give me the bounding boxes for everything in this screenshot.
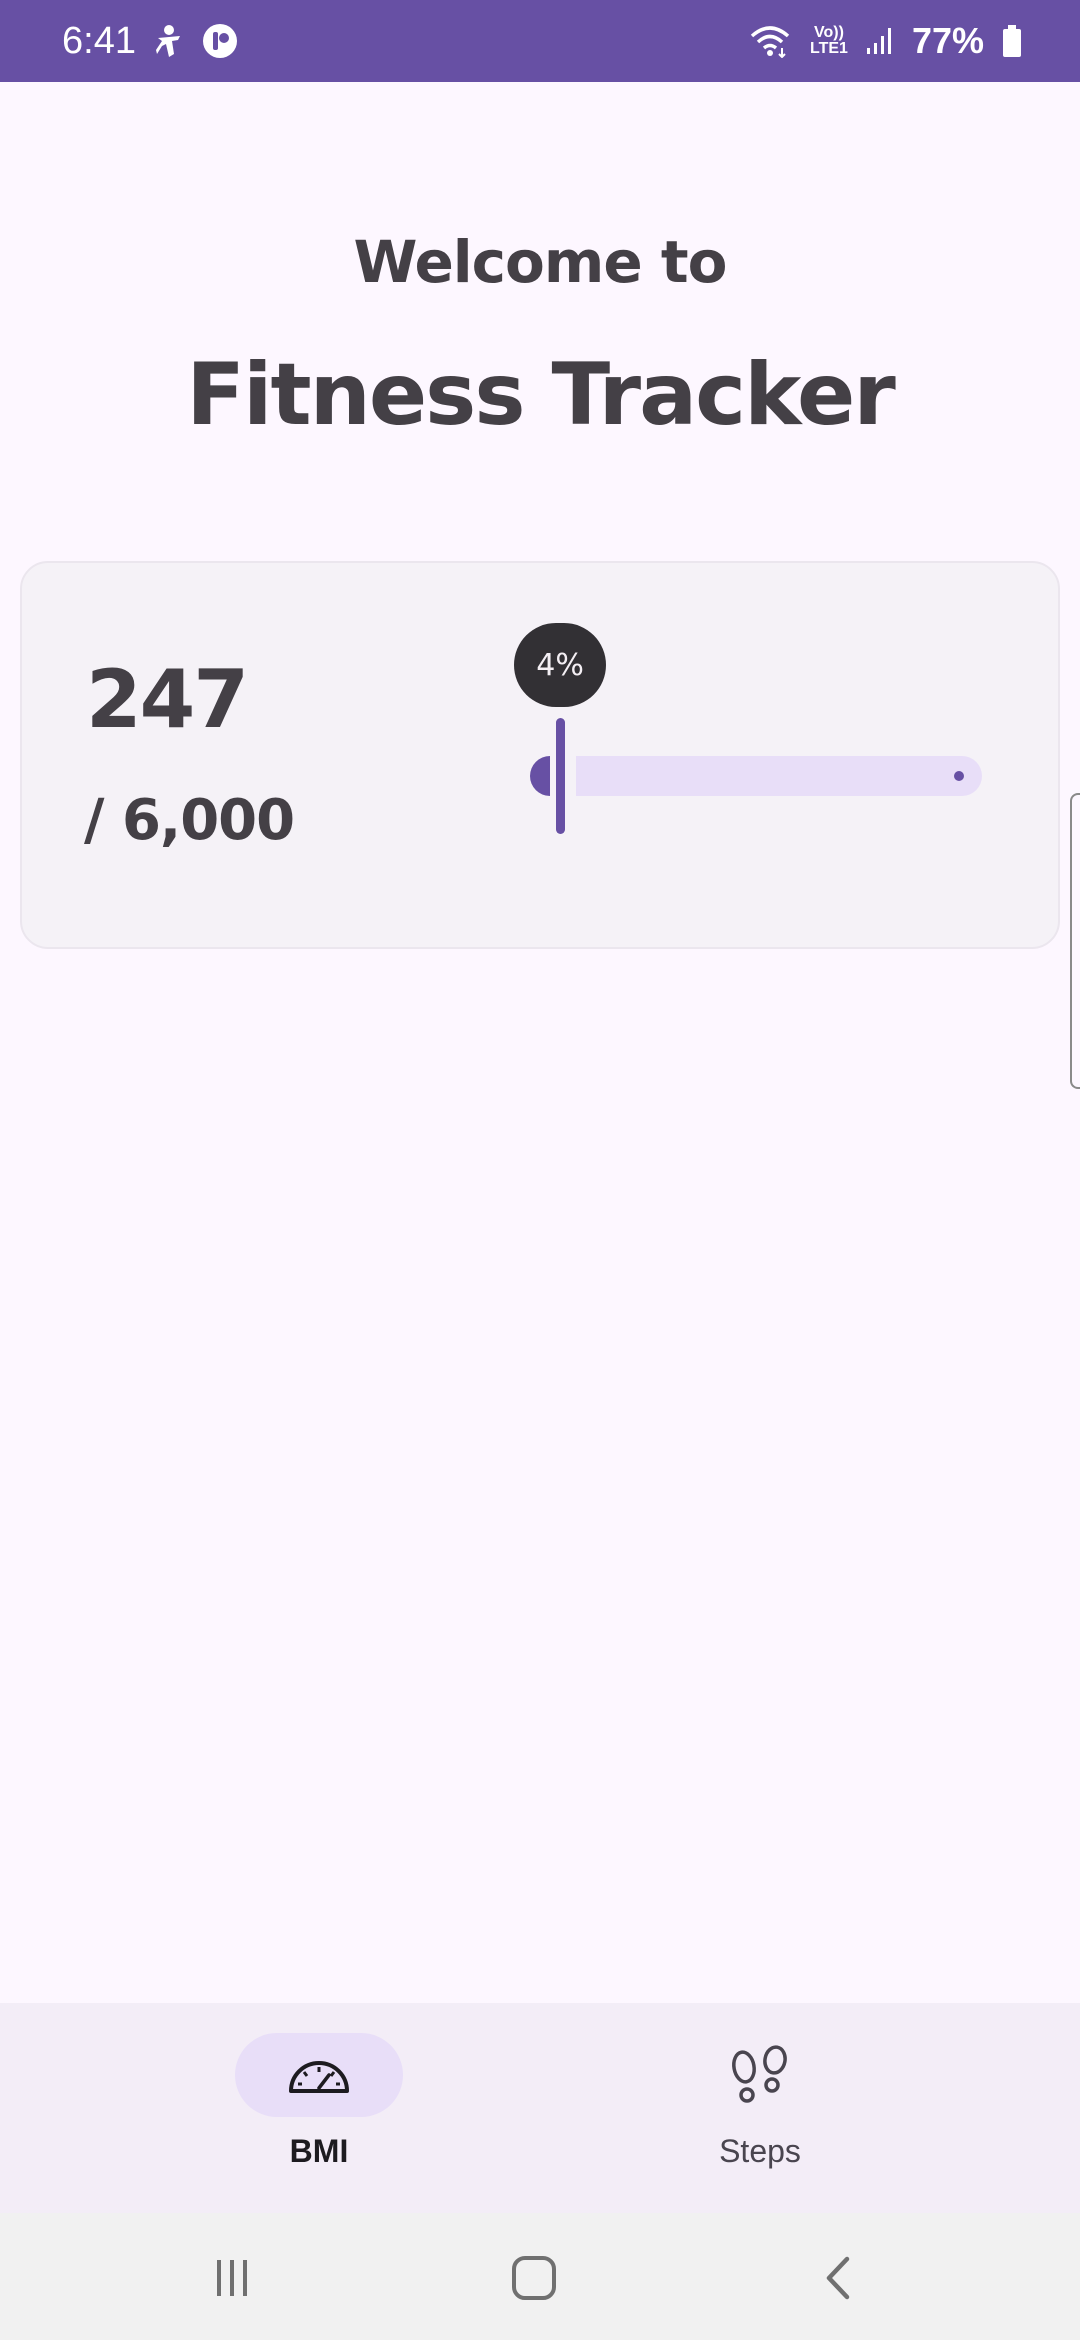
steps-card: 247 / 6,000 4% bbox=[20, 561, 1060, 949]
nav-item-steps[interactable]: Steps bbox=[630, 2033, 890, 2183]
welcome-text: Welcome to bbox=[353, 228, 728, 296]
footprints-icon bbox=[727, 2045, 793, 2105]
steps-goal: / 6,000 bbox=[84, 788, 295, 853]
slider-value-label: 4% bbox=[514, 623, 607, 707]
steps-count: 247 bbox=[86, 653, 249, 746]
page-title: Fitness Tracker bbox=[186, 345, 895, 445]
speedometer-icon bbox=[286, 2053, 352, 2097]
back-icon bbox=[823, 2256, 853, 2300]
slider-stop-indicator bbox=[954, 771, 964, 781]
lte-label-bottom: LTE1 bbox=[810, 40, 848, 57]
recents-icon bbox=[212, 2258, 252, 2298]
app-notification-icon bbox=[202, 23, 238, 59]
battery-percent: 77% bbox=[911, 20, 984, 61]
status-time: 6:41 bbox=[62, 19, 136, 62]
back-button[interactable] bbox=[808, 2253, 868, 2303]
signal-icon bbox=[866, 26, 894, 56]
battery-icon bbox=[1002, 24, 1022, 58]
lte-indicator: Vo)) LTE1 bbox=[810, 25, 848, 57]
nav-active-indicator bbox=[235, 2033, 403, 2117]
status-bar: 6:41 Vo)) LTE1 77% bbox=[0, 0, 1080, 82]
slider-thumb[interactable] bbox=[556, 718, 566, 834]
wifi-icon bbox=[748, 24, 792, 58]
nav-item-bmi[interactable]: BMI bbox=[189, 2033, 449, 2183]
status-right: Vo)) LTE1 77% bbox=[748, 20, 1022, 62]
bottom-navigation: BMI Steps bbox=[0, 2003, 1080, 2213]
slider-track-inactive bbox=[576, 756, 982, 796]
nav-label-steps: Steps bbox=[719, 2133, 801, 2169]
nav-label-bmi: BMI bbox=[289, 2133, 349, 2169]
home-button[interactable] bbox=[504, 2253, 564, 2303]
edge-panel-handle[interactable] bbox=[1070, 793, 1080, 1089]
home-icon bbox=[511, 2255, 557, 2301]
progress-slider[interactable]: 4% bbox=[508, 623, 988, 843]
accessibility-icon bbox=[154, 24, 184, 58]
status-left: 6:41 bbox=[62, 20, 238, 63]
nav-inactive-indicator bbox=[676, 2033, 844, 2117]
system-navigation-bar bbox=[0, 2213, 1080, 2340]
slider-track-active bbox=[530, 756, 551, 796]
lte-label-top: Vo)) bbox=[814, 24, 844, 41]
recents-button[interactable] bbox=[202, 2253, 262, 2303]
